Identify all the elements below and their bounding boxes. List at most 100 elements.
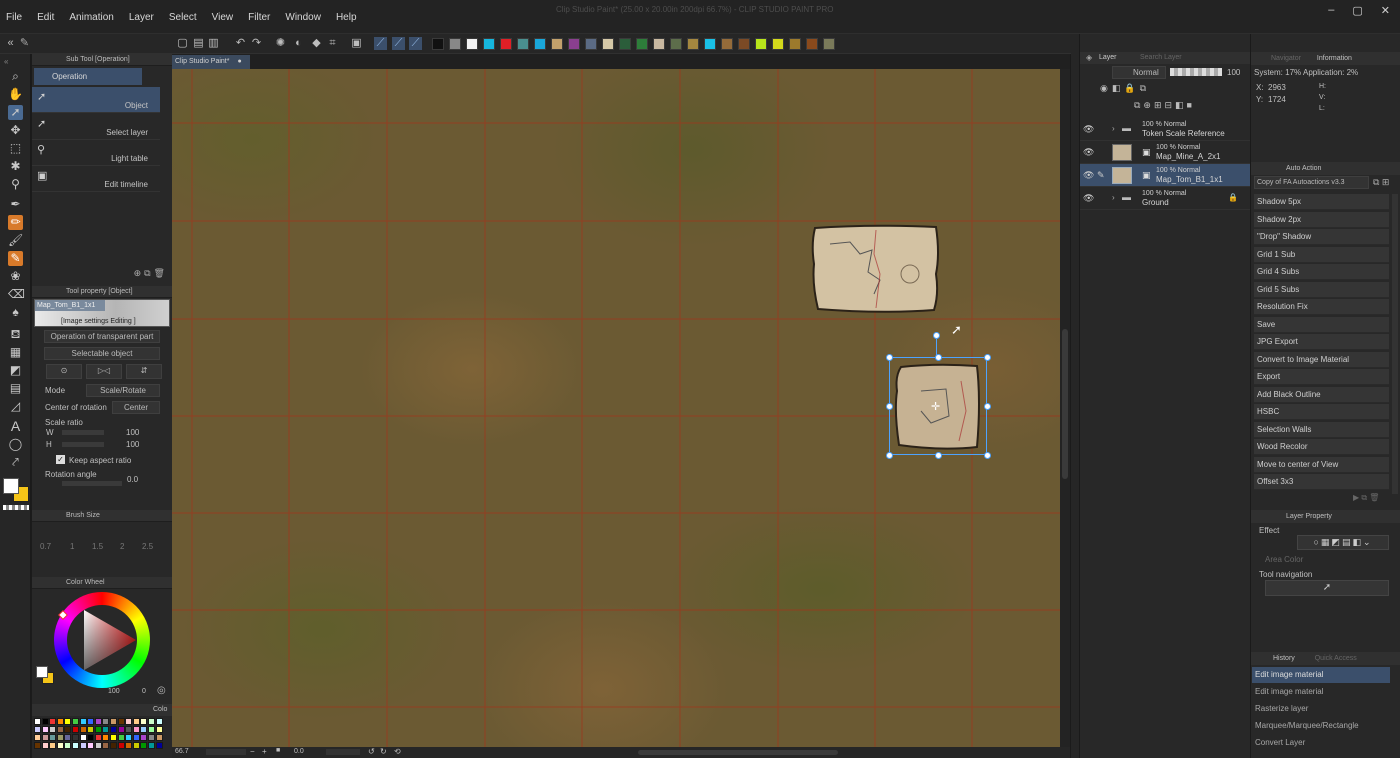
new-file-icon[interactable]: ▢ <box>176 37 189 50</box>
color-set-chip[interactable] <box>155 718 163 725</box>
color-set-chip[interactable] <box>79 718 87 725</box>
palette-swatch[interactable] <box>670 38 682 50</box>
color-set-chip[interactable] <box>110 718 117 725</box>
opacity-slider[interactable] <box>1170 68 1222 76</box>
color-set-chip[interactable] <box>41 734 49 741</box>
color-set-chip[interactable] <box>117 718 125 725</box>
snap-grid-icon[interactable]: ⟋ <box>409 37 422 50</box>
palette-swatch[interactable] <box>500 38 512 50</box>
history-item[interactable]: Edit image material <box>1252 667 1390 683</box>
color-set-chip[interactable] <box>125 726 133 733</box>
palette-swatch[interactable] <box>432 38 444 50</box>
auto-action-item[interactable]: Grid 1 Sub <box>1254 246 1389 263</box>
angle-value[interactable]: 0.0 <box>294 748 304 755</box>
color-set-chip[interactable] <box>110 726 117 733</box>
reset-rotation-icon[interactable]: ⟲ <box>394 747 401 756</box>
color-set-chip[interactable] <box>102 726 110 733</box>
auto-action-controls[interactable]: ▶ ⧉ 🗑 <box>1353 493 1379 503</box>
color-set-chip[interactable] <box>56 734 64 741</box>
color-set-chip[interactable] <box>132 726 140 733</box>
color-set-chip[interactable] <box>34 734 41 741</box>
color-set-chip[interactable] <box>148 718 155 725</box>
palette-swatch[interactable] <box>602 38 614 50</box>
rotation-slider[interactable] <box>62 481 122 486</box>
figure-icon[interactable]: ◩ <box>8 363 23 378</box>
color-set-chip[interactable] <box>155 726 163 733</box>
color-set-chip[interactable] <box>49 718 57 725</box>
palette-swatch[interactable] <box>636 38 648 50</box>
airbrush-icon[interactable]: ✎ <box>8 251 23 266</box>
selectable-object-select[interactable]: Selectable object <box>44 347 160 360</box>
color-set-chip[interactable] <box>117 734 125 741</box>
tool-navigation-button[interactable]: ➚ <box>1265 580 1389 596</box>
scale-handle[interactable] <box>886 354 893 361</box>
wheel-main-color[interactable] <box>36 666 48 678</box>
auto-select-icon[interactable]: ✱ <box>8 159 23 174</box>
layer-options-row[interactable]: ◉◧🔒⧉ <box>1100 83 1150 94</box>
auto-action-item[interactable]: Wood Recolor <box>1254 439 1389 455</box>
color-set-chip[interactable] <box>148 726 155 733</box>
search-layer-tab[interactable]: Search Layer <box>1140 54 1182 61</box>
subtool-light-table[interactable]: ⚲ Light table <box>32 140 160 166</box>
open-file-icon[interactable]: ▤ <box>192 37 205 50</box>
brush-size-2[interactable]: 2 <box>120 542 124 551</box>
palette-swatch[interactable] <box>772 38 784 50</box>
balloon-icon[interactable]: ◯ <box>8 437 23 452</box>
color-set-chip[interactable] <box>94 718 102 725</box>
operation-icon[interactable]: ➚ <box>8 105 23 120</box>
save-icon[interactable]: ▥ <box>207 37 220 50</box>
palette-swatch[interactable] <box>806 38 818 50</box>
menu-edit[interactable]: Edit <box>37 12 54 23</box>
opacity-value[interactable]: 100 <box>1227 68 1240 77</box>
reset-button[interactable]: ⊙ <box>46 364 82 379</box>
angle-slider[interactable] <box>326 749 360 755</box>
w-slider[interactable] <box>62 430 104 435</box>
w-value[interactable]: 100 <box>126 428 139 437</box>
layer-row-map-mine[interactable]: 👁 ▣ 100 % Normal Map_Mine_A_2x1 <box>1080 141 1251 164</box>
move-icon[interactable]: ✥ <box>8 123 23 138</box>
auto-action-item[interactable]: Offset 3x3 <box>1254 474 1389 490</box>
color-set-chip[interactable] <box>41 742 49 749</box>
history-tab[interactable]: History <box>1273 655 1295 662</box>
menu-filter[interactable]: Filter <box>248 12 270 23</box>
maximize-button[interactable]: ▢ <box>1352 4 1362 17</box>
eye-icon[interactable]: 👁 <box>1083 193 1094 204</box>
auto-action-item[interactable]: Move to center of View <box>1254 456 1389 473</box>
correct-line-icon[interactable]: ⤤ <box>8 455 23 470</box>
color-set-chip[interactable] <box>34 742 41 749</box>
subtool-object[interactable]: ➚ Object <box>32 87 160 113</box>
marquee-icon[interactable]: ⬚ <box>8 141 23 156</box>
palette-swatch[interactable] <box>517 38 529 50</box>
color-set-chip[interactable] <box>132 718 140 725</box>
wheel-settings-icon[interactable]: ◎ <box>157 685 166 696</box>
clear-icon[interactable]: ✺ <box>274 37 287 50</box>
color-set-chip[interactable] <box>94 742 102 749</box>
palette-swatch[interactable] <box>687 38 699 50</box>
color-set-chip[interactable] <box>79 726 87 733</box>
auto-action-item[interactable]: Shadow 2px <box>1254 211 1389 228</box>
color-set-chip[interactable] <box>64 718 72 725</box>
color-set-chip[interactable] <box>102 742 110 749</box>
layer-row-map-tomb[interactable]: 👁 ✎ ▣ 100 % Normal Map_Tom_B1_1x1 <box>1080 164 1251 187</box>
vscroll-thumb[interactable] <box>1062 329 1068 479</box>
menu-select[interactable]: Select <box>169 12 197 23</box>
close-button[interactable]: ✕ <box>1381 4 1390 17</box>
decoration-icon[interactable]: ❀ <box>8 269 23 284</box>
color-set-chip[interactable] <box>64 742 72 749</box>
panel-collapse-icon[interactable]: « <box>4 37 17 50</box>
brush-size-0-7[interactable]: 0.7 <box>40 542 51 551</box>
color-set-chip[interactable] <box>56 718 64 725</box>
zoom-in-icon[interactable]: + <box>262 747 267 756</box>
quick-access-tab[interactable]: Quick Access <box>1315 655 1357 662</box>
fill-icon[interactable]: ⛾ <box>8 327 23 342</box>
frame-icon[interactable]: ▤ <box>8 381 23 396</box>
color-set-chip[interactable] <box>72 742 79 749</box>
color-set-chip[interactable] <box>49 734 57 741</box>
folder-expand-icon[interactable]: › <box>1112 124 1115 133</box>
transform-icon[interactable]: ◆ <box>310 37 323 50</box>
snap-ruler-icon[interactable]: ⟋ <box>374 37 387 50</box>
color-set-chip[interactable] <box>72 734 79 741</box>
auto-action-item[interactable]: Grid 4 Subs <box>1254 264 1389 280</box>
palette-swatch[interactable] <box>721 38 733 50</box>
pencil-icon[interactable]: ✏ <box>8 215 23 230</box>
